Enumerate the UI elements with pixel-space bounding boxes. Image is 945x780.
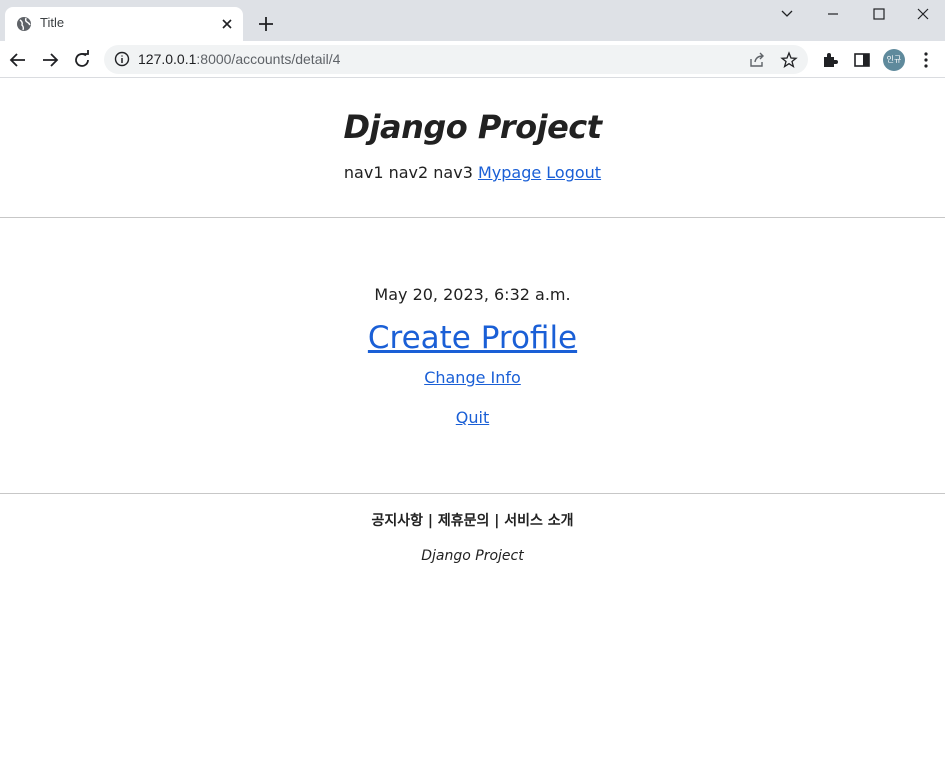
chevron-down-icon xyxy=(781,10,793,17)
footer-title: Django Project xyxy=(421,548,524,564)
joined-date: May 20, 2023, 6:32 a.m. xyxy=(374,285,571,304)
url-host: 127.0.0.1 xyxy=(138,51,197,67)
close-icon xyxy=(917,8,929,20)
minimize-icon xyxy=(828,13,838,15)
extensions-button[interactable] xyxy=(819,49,841,71)
globe-icon xyxy=(17,17,31,31)
close-icon[interactable] xyxy=(219,16,235,32)
back-button[interactable] xyxy=(7,49,29,71)
footer-links: 공지사항 | 제휴문의 | 서비스 소개 xyxy=(371,513,574,529)
create-profile-link[interactable]: Create Profile xyxy=(368,320,577,356)
change-info-container: Change Info xyxy=(0,368,945,387)
quit-container: Quit xyxy=(0,408,945,427)
puzzle-icon xyxy=(824,53,838,67)
reload-icon xyxy=(75,50,89,67)
page-content: Django Project nav1 nav2 nav3 Mypage Log… xyxy=(0,78,945,780)
change-info-link[interactable]: Change Info xyxy=(424,368,521,387)
browser-tab[interactable]: Title xyxy=(5,7,243,41)
url-path: :8000/accounts/detail/4 xyxy=(196,51,341,67)
profile-avatar[interactable]: 인규 xyxy=(883,49,905,71)
create-profile-container: Create Profile xyxy=(0,320,945,356)
logout-link[interactable]: Logout xyxy=(546,163,601,182)
browser-tab-strip: Title xyxy=(0,0,945,41)
minimize-button[interactable] xyxy=(810,0,856,28)
mypage-link[interactable]: Mypage xyxy=(478,163,541,182)
browser-toolbar: 127.0.0.1:8000/accounts/detail/4 인규 xyxy=(0,41,945,78)
tab-search-button[interactable] xyxy=(764,0,810,28)
share-icon[interactable] xyxy=(748,51,766,69)
quit-link[interactable]: Quit xyxy=(456,408,489,427)
reload-button[interactable] xyxy=(71,49,93,71)
footer-divider xyxy=(0,493,945,494)
url-text[interactable]: 127.0.0.1:8000/accounts/detail/4 xyxy=(138,51,340,67)
side-panel-button[interactable] xyxy=(851,49,873,71)
address-bar[interactable]: 127.0.0.1:8000/accounts/detail/4 xyxy=(104,45,808,74)
more-vert-icon xyxy=(924,52,928,68)
tab-title: Title xyxy=(40,15,65,30)
arrow-left-icon xyxy=(9,53,25,67)
nav-item-3[interactable]: nav3 xyxy=(433,163,473,182)
site-title: Django Project xyxy=(343,108,602,146)
maximize-button[interactable] xyxy=(856,0,902,28)
forward-button[interactable] xyxy=(39,49,61,71)
side-panel-icon xyxy=(854,53,870,67)
menu-button[interactable] xyxy=(915,49,937,71)
maximize-icon xyxy=(873,8,885,20)
star-icon[interactable] xyxy=(780,51,798,69)
window-close-button[interactable] xyxy=(900,0,945,28)
arrow-right-icon xyxy=(43,53,59,67)
nav-item-1[interactable]: nav1 xyxy=(344,163,384,182)
new-tab-icon[interactable] xyxy=(256,14,276,34)
info-icon[interactable] xyxy=(114,51,130,67)
nav-item-2[interactable]: nav2 xyxy=(389,163,429,182)
site-nav: nav1 nav2 nav3 Mypage Logout xyxy=(0,163,945,182)
header-divider xyxy=(0,217,945,218)
